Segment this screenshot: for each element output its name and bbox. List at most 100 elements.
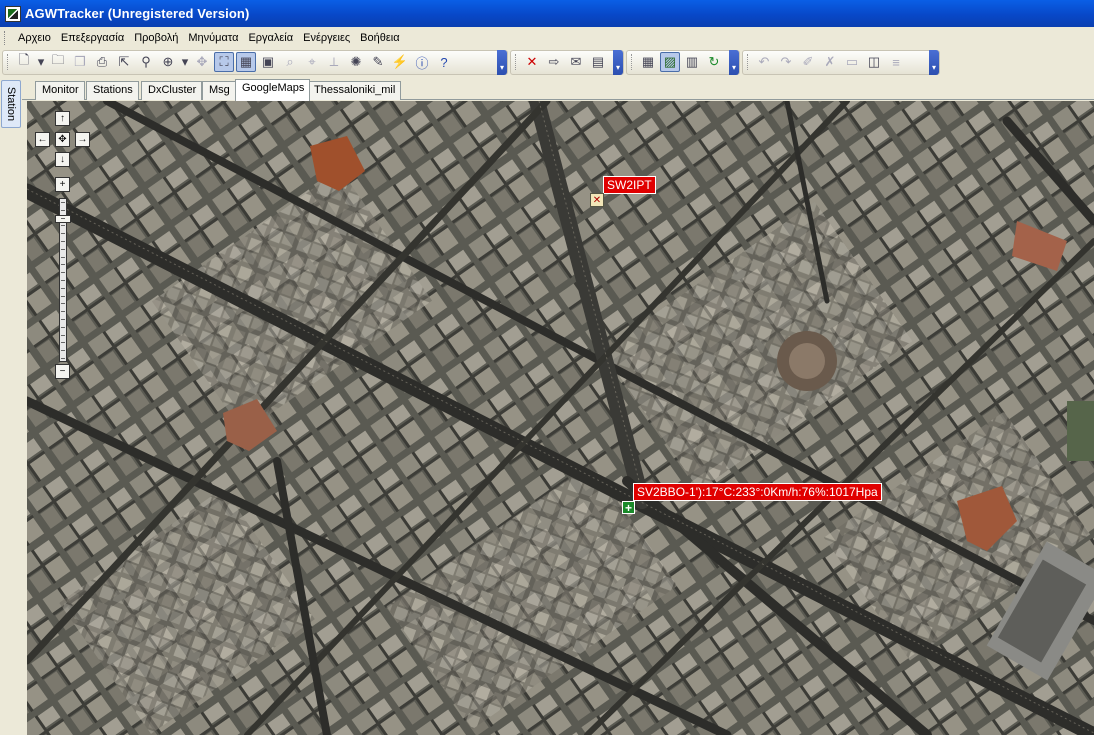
open-folder-icon[interactable]: 🗀 <box>48 52 68 72</box>
station-label-sw2ipt[interactable]: SW2IPT <box>603 176 656 194</box>
tab-msg[interactable]: Msg <box>202 81 236 100</box>
toolbar-overflow-icon[interactable]: ▾ <box>929 49 939 75</box>
fit-icon[interactable]: ⛶ <box>214 52 234 72</box>
map-view[interactable]: ↑ ← ✥ → ↓ + − SW2IPT ✕ SV2BBO-1'):17°C:2… <box>27 101 1094 735</box>
app-icon <box>5 5 21 22</box>
menu-grip[interactable] <box>4 30 7 45</box>
list-icon[interactable]: ≡ <box>886 52 906 72</box>
document-icon[interactable]: ▥ <box>682 52 702 72</box>
tab-dxcluster[interactable]: DxCluster <box>141 81 203 100</box>
tab-strip: Monitor Stations DxCluster Msg GoogleMap… <box>22 77 1094 101</box>
table-icon[interactable]: ▦ <box>638 52 658 72</box>
zoom-out-button[interactable]: − <box>55 364 70 379</box>
new-icon[interactable]: 🗋 <box>14 52 34 72</box>
send-icon[interactable]: ⇨ <box>544 52 564 72</box>
toolbar-grip[interactable] <box>747 54 750 70</box>
mail-icon[interactable]: ✉ <box>566 52 586 72</box>
rotate-icon[interactable]: ✺ <box>346 52 366 72</box>
pan-left-button[interactable]: ← <box>35 132 50 147</box>
menu-view[interactable]: Προβολή <box>129 32 183 44</box>
tab-stations[interactable]: Stations <box>86 81 139 100</box>
station-side-tab-label: Station <box>5 86 17 122</box>
zoom-tick <box>61 334 65 336</box>
toolbar-group-edit: ↶ ↷ ✐ ✗ ▭ ◫ ≡ ▾ <box>742 49 940 75</box>
zoom-tick <box>61 233 65 235</box>
zoom-tick <box>61 303 65 305</box>
refresh-icon[interactable]: ↻ <box>704 52 724 72</box>
zoom-tick <box>61 287 65 289</box>
menu-tools[interactable]: Εργαλεία <box>243 32 298 44</box>
zoom-tick <box>61 350 65 352</box>
zoom-tick <box>61 319 65 320</box>
print-icon[interactable]: ⎙ <box>92 52 112 72</box>
tab-googlemaps[interactable]: GoogleMaps <box>235 79 311 101</box>
zoom-tick <box>61 358 65 359</box>
edit-icon[interactable]: ✐ <box>798 52 818 72</box>
layout-icon[interactable]: ◫ <box>864 52 884 72</box>
zoom-tick <box>61 342 65 344</box>
toolbar-group-actions: ✕ ⇨ ✉ ▤ ▾ <box>510 49 624 75</box>
move-icon[interactable]: ✥ <box>192 52 212 72</box>
station-side-tab[interactable]: Station <box>1 80 21 128</box>
copy-icon[interactable]: ❐ <box>70 52 90 72</box>
pan-down-button[interactable]: ↓ <box>55 152 70 167</box>
cancel-icon[interactable]: ✗ <box>820 52 840 72</box>
zoom-tick <box>61 272 65 274</box>
zoom-tick <box>61 280 65 281</box>
menu-file[interactable]: Αρχειο <box>13 32 56 44</box>
zoom-tick <box>61 311 65 313</box>
zoom-in-button[interactable]: + <box>55 177 70 192</box>
find-icon[interactable]: ⚲ <box>136 52 156 72</box>
toolbar-group-main: 🗋 ▾ 🗀 ❐ ⎙ ⇱ ⚲ ⊕ ▾ ✥ ⛶ ▦ ▣ ⌕ ⌖ ⟂ ✺ ✎ ⚡ ⓘ? ▾ <box>2 49 508 75</box>
map-icon[interactable]: ▣ <box>258 52 278 72</box>
pencil-icon[interactable]: ✎ <box>368 52 388 72</box>
window-title: AGWTracker (Unregistered Version) <box>25 6 250 21</box>
toolbar-grip[interactable] <box>7 54 10 70</box>
zoom-region-icon[interactable]: ⌕ <box>280 52 300 72</box>
toolbar-grip[interactable] <box>631 54 634 70</box>
screen-icon[interactable]: ▭ <box>842 52 862 72</box>
weather-station-icon[interactable]: + <box>622 501 635 514</box>
station-label-sv2bbo[interactable]: SV2BBO-1'):17°C:233°:0Km/h:76%:1017Hpa <box>633 483 882 501</box>
delete-icon[interactable]: ✕ <box>522 52 542 72</box>
zoom-tick <box>61 248 65 250</box>
zoom-tick <box>61 209 65 211</box>
side-panel <box>0 77 22 735</box>
info-icon[interactable]: ⓘ <box>412 52 432 72</box>
lightning-icon[interactable]: ⚡ <box>390 52 410 72</box>
dropdown-icon[interactable]: ▾ <box>180 52 190 72</box>
grid-icon[interactable]: ▦ <box>236 52 256 72</box>
redo-icon[interactable]: ↷ <box>776 52 796 72</box>
satellite-map-image[interactable] <box>27 101 1094 735</box>
search-map-icon[interactable]: ⌖ <box>302 52 322 72</box>
station-marker-icon[interactable]: ✕ <box>590 193 604 207</box>
dropdown-icon[interactable]: ▾ <box>36 52 46 72</box>
pan-center-button[interactable]: ✥ <box>55 132 70 147</box>
report-icon[interactable]: ▤ <box>588 52 608 72</box>
tab-thessaloniki-mil[interactable]: Thessaloniki_mil <box>307 81 402 100</box>
zoom-tick <box>61 241 65 242</box>
image-icon[interactable]: ▨ <box>660 52 680 72</box>
zoom-slider-thumb[interactable] <box>55 215 71 224</box>
menu-actions[interactable]: Ενέργειες <box>298 32 355 44</box>
zoom-tick <box>61 295 65 297</box>
undo-icon[interactable]: ↶ <box>754 52 774 72</box>
zoom-tick <box>61 264 65 266</box>
toolbar-overflow-icon[interactable]: ▾ <box>729 49 739 75</box>
measure-icon[interactable]: ⟂ <box>324 52 344 72</box>
menu-messages[interactable]: Μηνύματα <box>183 32 243 44</box>
toolbar-overflow-icon[interactable]: ▾ <box>497 49 507 75</box>
tab-monitor[interactable]: Monitor <box>35 81 85 100</box>
toolbar-grip[interactable] <box>515 54 518 70</box>
menu-help[interactable]: Βοήθεια <box>355 32 404 44</box>
title-bar: AGWTracker (Unregistered Version) <box>0 0 1094 27</box>
export-icon[interactable]: ⇱ <box>114 52 134 72</box>
zoom-in-icon[interactable]: ⊕ <box>158 52 178 72</box>
menu-edit[interactable]: Επεξεργασία <box>56 32 129 44</box>
pan-up-button[interactable]: ↑ <box>55 111 70 126</box>
zoom-tick <box>61 225 65 227</box>
toolbar-overflow-icon[interactable]: ▾ <box>613 49 623 75</box>
pan-right-button[interactable]: → <box>75 132 90 147</box>
toolbar-group-views: ▦ ▨ ▥ ↻ ▾ <box>626 49 740 75</box>
help-icon[interactable]: ? <box>434 52 454 72</box>
